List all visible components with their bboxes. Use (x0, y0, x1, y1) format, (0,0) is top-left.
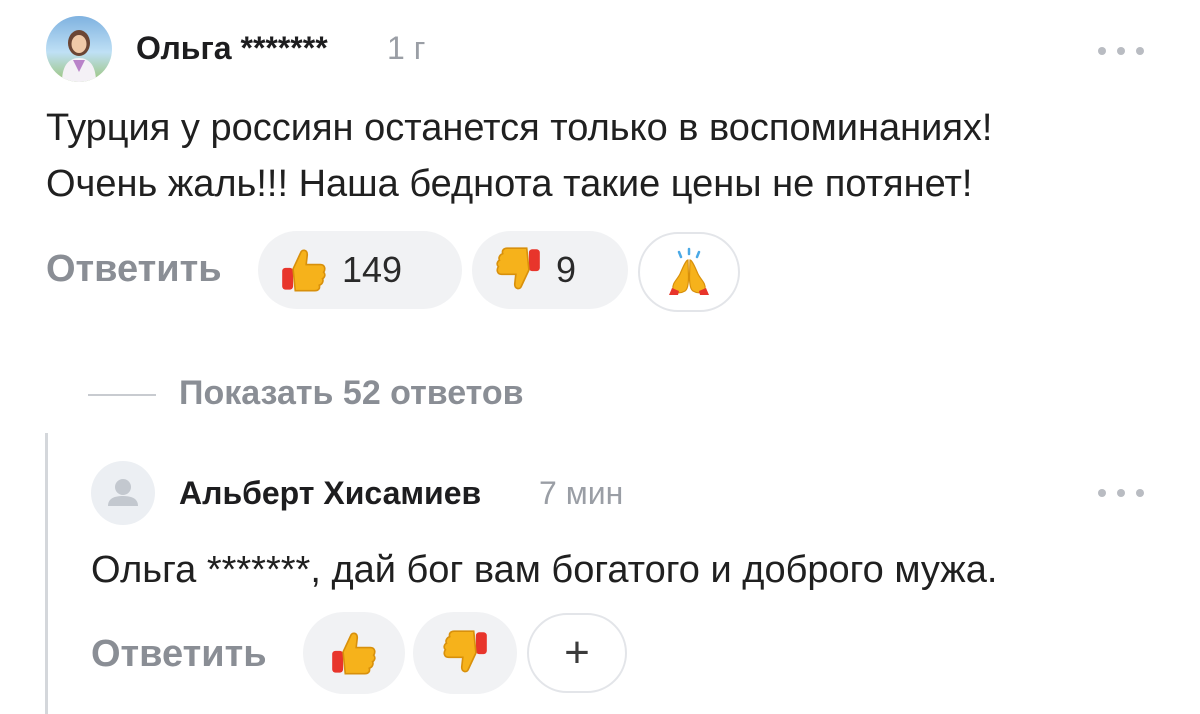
more-dots-icon[interactable] (1098, 44, 1144, 58)
thumbs-up-icon (280, 246, 328, 294)
comment-time: 1 г (387, 30, 426, 66)
pray-reaction-button[interactable] (638, 232, 740, 312)
like-button[interactable] (303, 612, 405, 694)
user-silhouette-icon (108, 479, 138, 506)
add-reaction-button[interactable]: + (527, 613, 627, 693)
thumbs-up-icon (330, 629, 378, 677)
show-replies-divider (88, 394, 156, 396)
like-button[interactable]: 149 (258, 231, 462, 309)
author-name[interactable]: Альберт Хисамиев (179, 475, 481, 512)
comment-time: 7 мин (539, 475, 624, 511)
comment-text-line: Турция у россиян останется только в восп… (46, 107, 993, 149)
thumbs-down-icon (441, 629, 489, 677)
more-dots-icon[interactable] (1098, 486, 1144, 500)
author-name[interactable]: Ольга ******* (136, 30, 328, 67)
dislike-button[interactable]: 9 (472, 231, 628, 309)
thumbs-down-icon (494, 246, 542, 294)
comment-text-line: Очень жаль!!! Наша беднота такие цены не… (46, 163, 973, 205)
reply-button[interactable]: Ответить (91, 633, 267, 676)
comment-text: Турция у россиян останется только в восп… (46, 100, 1146, 212)
plus-icon: + (564, 628, 590, 677)
pray-hands-icon (669, 247, 709, 295)
comment-olga: Ольга ******* 1 г Турция у россиян остан… (0, 0, 1200, 330)
reply-button[interactable]: Ответить (46, 248, 222, 291)
dislike-button[interactable] (413, 612, 517, 694)
avatar[interactable] (46, 16, 112, 82)
show-replies-button[interactable]: Показать 52 ответов (179, 374, 524, 413)
avatar[interactable] (91, 461, 155, 525)
user-photo-icon (62, 30, 96, 82)
thread-line (45, 433, 48, 714)
like-count: 149 (342, 249, 403, 290)
comment-text: Ольга *******, дай бог вам богатого и до… (91, 549, 998, 591)
dislike-count: 9 (556, 249, 577, 290)
